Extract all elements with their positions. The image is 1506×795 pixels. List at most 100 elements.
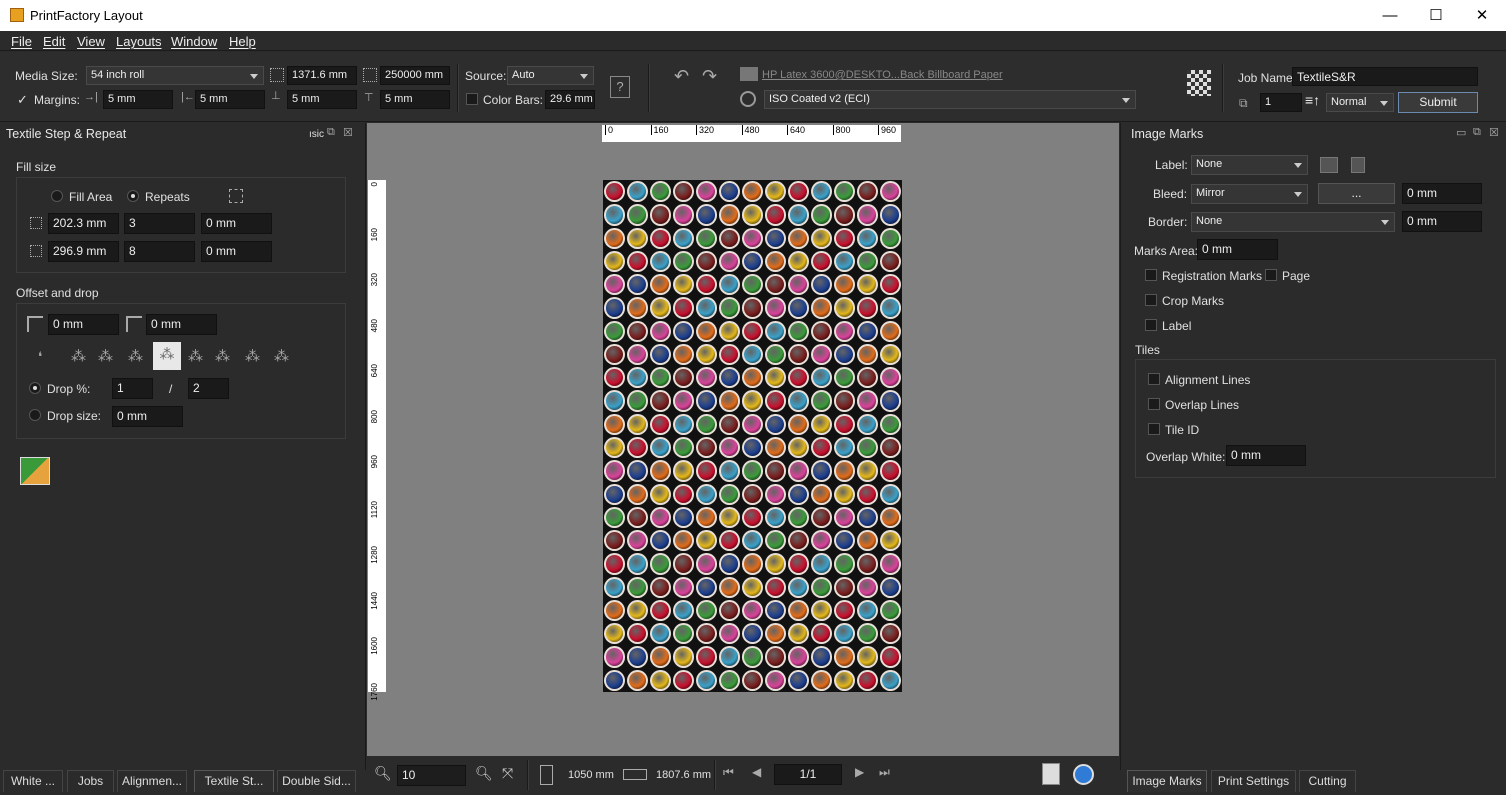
alignment-lines-checkbox[interactable] <box>1148 373 1160 385</box>
gap-y-field[interactable]: 0 mm <box>201 241 272 262</box>
overlap-white-field[interactable]: 0 mm <box>1226 445 1306 466</box>
bleed-mm-field[interactable]: 0 mm <box>1402 183 1482 204</box>
pattern-mode-icon-9[interactable]: ⁂ <box>274 347 289 365</box>
pattern-dot <box>880 297 901 319</box>
menu-help[interactable]: Help <box>229 34 256 49</box>
pattern-mode-icon-5-selected[interactable]: ⁂ <box>153 342 181 370</box>
media-width-field[interactable]: 1371.6 mm <box>287 66 357 85</box>
tab-cutting[interactable]: Cutting <box>1299 770 1356 792</box>
compass-icon[interactable] <box>1073 764 1094 785</box>
pattern-mode-icon-7[interactable]: ⁂ <box>215 347 230 365</box>
crop-marks-checkbox[interactable] <box>1145 294 1157 306</box>
fill-area-radio[interactable] <box>51 190 63 202</box>
tab-alignment[interactable]: Alignmen... <box>117 770 187 792</box>
fit-icon[interactable]: ⤧ <box>502 765 513 782</box>
printer-link[interactable]: HP Latex 3600@DESKTO...Back Billboard Pa… <box>762 69 1003 81</box>
offset-y-field[interactable]: 0 mm <box>146 314 217 335</box>
pattern-mode-icon-4[interactable]: ⁂ <box>128 347 143 365</box>
undo-icon[interactable]: ↶ <box>674 66 689 87</box>
bleed-options-button[interactable]: ... <box>1318 183 1395 204</box>
menu-icon[interactable]: ▭ <box>1456 126 1466 139</box>
pattern-mode-icon-8[interactable]: ⁂ <box>245 347 260 365</box>
marks-area-field[interactable]: 0 mm <box>1197 239 1278 260</box>
tab-image-marks[interactable]: Image Marks <box>1127 770 1207 792</box>
menu-view[interactable]: View <box>77 34 105 49</box>
label-checkbox[interactable] <box>1145 319 1157 331</box>
maximize-button[interactable]: ☐ <box>1413 0 1459 31</box>
textile-artwork[interactable] <box>603 180 902 692</box>
next-page-icon[interactable]: ▶ <box>855 765 864 779</box>
zoom-out-icon[interactable]: 🔍︎ <box>374 765 392 782</box>
fill-width-field[interactable]: 202.3 mm <box>48 213 119 234</box>
margin-left-field[interactable]: 5 mm <box>195 90 265 109</box>
color-bars-checkbox[interactable] <box>466 93 478 105</box>
close-panel-icon[interactable]: ☒ <box>1489 126 1499 139</box>
save-icon[interactable] <box>1351 157 1365 173</box>
page-field[interactable]: 1/1 <box>774 764 842 785</box>
float-icon[interactable]: ⧉ <box>327 126 335 139</box>
float-icon[interactable]: ⧉ <box>1473 126 1481 139</box>
menu-edit[interactable]: Edit <box>43 34 65 49</box>
tab-print-settings[interactable]: Print Settings <box>1211 770 1296 792</box>
bleed-select[interactable]: Mirror <box>1191 184 1308 204</box>
page-checkbox[interactable] <box>1265 269 1277 281</box>
redo-icon[interactable]: ↷ <box>702 66 717 87</box>
first-page-icon[interactable]: ⏮ <box>723 765 734 780</box>
border-select[interactable]: None <box>1191 212 1395 232</box>
priority-select[interactable]: Normal <box>1326 93 1394 112</box>
zoom-field[interactable]: 10 <box>397 765 466 786</box>
drop-size-field[interactable]: 0 mm <box>112 406 183 427</box>
job-name-field[interactable]: TextileS&R <box>1292 67 1478 86</box>
drop-size-radio[interactable] <box>29 409 41 421</box>
help-icon[interactable]: ? <box>610 76 630 98</box>
drop-pct-radio[interactable] <box>29 382 41 394</box>
color-bars-field[interactable]: 29.6 mm <box>545 90 595 109</box>
pattern-mode-icon-6[interactable]: ⁂ <box>188 347 203 365</box>
pattern-dot <box>788 483 809 505</box>
apply-step-repeat-icon[interactable] <box>20 457 50 485</box>
last-page-icon[interactable]: ⏭ <box>879 765 890 780</box>
tab-white[interactable]: White ... <box>3 770 63 792</box>
margin-right-field[interactable]: 5 mm <box>103 90 173 109</box>
source-select[interactable]: Auto <box>507 66 594 85</box>
offset-x-field[interactable]: 0 mm <box>48 314 119 335</box>
pattern-mode-icon-1[interactable]: ❛ <box>38 349 42 365</box>
close-button[interactable]: ✕ <box>1459 0 1505 31</box>
submit-button[interactable]: Submit <box>1398 92 1478 113</box>
label-select[interactable]: None <box>1191 155 1308 175</box>
link-icon[interactable] <box>229 189 243 203</box>
overlap-lines-checkbox[interactable] <box>1148 398 1160 410</box>
zoom-in-icon[interactable]: 🔍︎ <box>475 765 493 782</box>
margin-bottom-field[interactable]: 5 mm <box>287 90 357 109</box>
minimize-button[interactable]: — <box>1367 0 1413 31</box>
fill-height-field[interactable]: 296.9 mm <box>48 241 119 262</box>
repeat-x-field[interactable]: 3 <box>124 213 195 234</box>
tab-jobs[interactable]: Jobs <box>67 770 114 792</box>
color-profile-select[interactable]: ISO Coated v2 (ECI) <box>764 90 1136 109</box>
menu-layouts[interactable]: Layouts <box>116 34 162 49</box>
tile-id-checkbox[interactable] <box>1148 423 1160 435</box>
prev-page-icon[interactable]: ◀ <box>752 765 761 779</box>
close-panel-icon[interactable]: ☒ <box>343 126 353 139</box>
menu-file[interactable]: File <box>11 34 32 49</box>
ruler-v-label: 1120 <box>370 500 379 518</box>
copies-field[interactable]: 1 <box>1260 93 1302 112</box>
media-size-select[interactable]: 54 inch roll <box>86 66 264 85</box>
media-length-field[interactable]: 250000 mm <box>380 66 450 85</box>
drop-denominator-field[interactable]: 2 <box>188 378 229 399</box>
pattern-mode-icon-3[interactable]: ⁂ <box>98 347 113 365</box>
border-mm-field[interactable]: 0 mm <box>1402 211 1482 232</box>
document-icon[interactable] <box>1042 763 1060 785</box>
margin-top-field[interactable]: 5 mm <box>380 90 450 109</box>
label-edit-icon[interactable] <box>1320 157 1338 173</box>
registration-marks-checkbox[interactable] <box>1145 269 1157 281</box>
gap-x-field[interactable]: 0 mm <box>201 213 272 234</box>
pattern-mode-icon-2[interactable]: ⁂ <box>71 347 86 365</box>
menu-window[interactable]: Window <box>171 34 217 49</box>
repeat-y-field[interactable]: 8 <box>124 241 195 262</box>
margins-check-icon[interactable]: ✓ <box>17 92 28 108</box>
drop-numerator-field[interactable]: 1 <box>112 378 153 399</box>
repeats-radio[interactable] <box>127 190 139 202</box>
tab-textile-step[interactable]: Textile St... <box>194 770 274 792</box>
tab-double-sided[interactable]: Double Sid... <box>277 770 356 792</box>
